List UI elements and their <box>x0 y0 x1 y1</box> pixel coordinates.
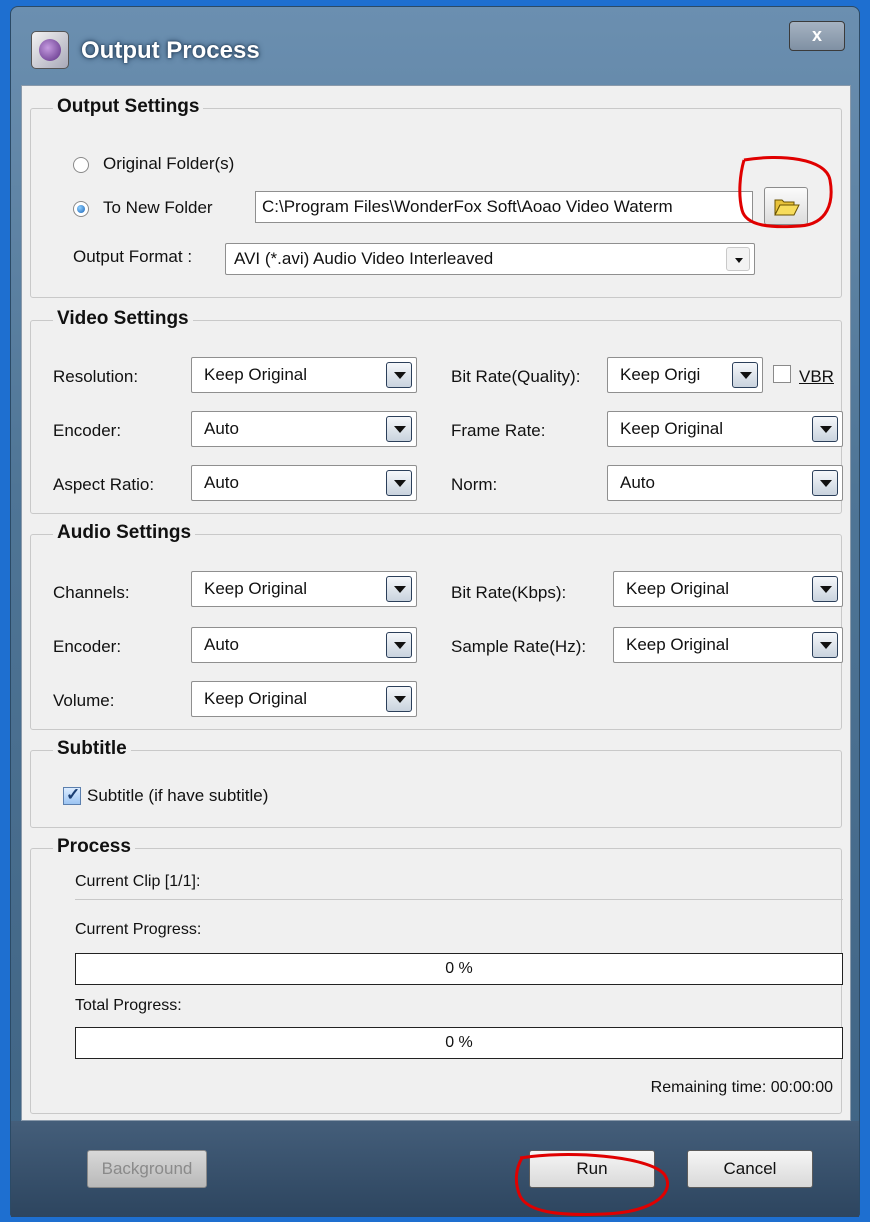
chevron-down-icon[interactable] <box>386 416 412 442</box>
channels-label: Channels: <box>53 583 130 602</box>
volume-label: Volume: <box>53 691 115 710</box>
output-process-dialog: Output Process x Output Settings Origina… <box>10 6 860 1217</box>
aspect-ratio-select[interactable]: Auto <box>191 465 417 501</box>
chevron-down-icon[interactable] <box>726 247 750 271</box>
output-format-select[interactable]: AVI (*.avi) Audio Video Interleaved <box>225 243 755 275</box>
resolution-select[interactable]: Keep Original <box>191 357 417 393</box>
video-bitrate-select[interactable]: Keep Origi <box>607 357 763 393</box>
output-settings-group: Output Settings Original Folder(s) To Ne… <box>30 96 842 298</box>
video-encoder-select[interactable]: Auto <box>191 411 417 447</box>
original-folder-radio[interactable] <box>73 157 89 173</box>
folder-open-icon <box>774 199 800 216</box>
audio-settings-legend: Audio Settings <box>53 522 196 544</box>
title-bar[interactable]: Output Process x <box>11 7 859 85</box>
aspect-ratio-label: Aspect Ratio: <box>53 475 155 494</box>
current-clip-label: Current Clip [1/1]: <box>75 873 201 890</box>
total-progress-label: Total Progress: <box>75 997 182 1014</box>
video-encoder-label: Encoder: <box>53 421 122 440</box>
audio-bitrate-label: Bit Rate(Kbps): <box>451 583 567 602</box>
window-title: Output Process <box>81 37 260 64</box>
process-legend: Process <box>53 836 135 858</box>
dialog-footer: Background Run Cancel <box>11 1121 859 1217</box>
output-format-label: Output Format : <box>73 247 193 266</box>
video-settings-group: Video Settings Resolution: Keep Original… <box>30 308 843 514</box>
vbr-checkbox[interactable] <box>773 365 791 383</box>
sample-rate-select[interactable]: Keep Original <box>613 627 843 663</box>
process-group: Process Current Clip [1/1]: Current Prog… <box>30 836 843 1114</box>
audio-settings-group: Audio Settings Channels: Keep Original E… <box>30 522 843 730</box>
process-divider <box>75 899 843 900</box>
audio-encoder-label: Encoder: <box>53 637 122 656</box>
resolution-value: Keep Original <box>204 365 308 384</box>
chevron-down-icon[interactable] <box>386 686 412 712</box>
frame-rate-select[interactable]: Keep Original <box>607 411 843 447</box>
total-progress-bar: 0 % <box>75 1027 843 1059</box>
sample-rate-label: Sample Rate(Hz): <box>451 637 587 656</box>
norm-label: Norm: <box>451 475 498 494</box>
chevron-down-icon[interactable] <box>812 470 838 496</box>
vbr-label[interactable]: VBR <box>799 367 834 387</box>
new-folder-radio[interactable] <box>73 201 89 217</box>
dialog-body: Output Settings Original Folder(s) To Ne… <box>21 85 851 1121</box>
background-button[interactable]: Background <box>87 1150 207 1188</box>
aspect-ratio-value: Auto <box>204 473 239 492</box>
subtitle-checkbox[interactable] <box>63 785 81 805</box>
chevron-down-icon[interactable] <box>386 470 412 496</box>
video-bitrate-value: Keep Origi <box>620 365 701 384</box>
output-settings-legend: Output Settings <box>53 96 204 118</box>
video-bitrate-label: Bit Rate(Quality): <box>451 367 581 386</box>
subtitle-legend: Subtitle <box>53 738 131 760</box>
current-progress-bar: 0 % <box>75 953 843 985</box>
subtitle-group: Subtitle Subtitle (if have subtitle) <box>30 738 842 828</box>
norm-value: Auto <box>620 473 655 492</box>
close-button[interactable]: x <box>789 21 845 51</box>
audio-bitrate-select[interactable]: Keep Original <box>613 571 843 607</box>
cancel-button[interactable]: Cancel <box>687 1150 813 1188</box>
subtitle-checkbox-label[interactable]: Subtitle (if have subtitle) <box>87 786 268 806</box>
audio-encoder-select[interactable]: Auto <box>191 627 417 663</box>
original-folder-label[interactable]: Original Folder(s) <box>103 154 234 174</box>
frame-rate-label: Frame Rate: <box>451 421 546 440</box>
audio-encoder-value: Auto <box>204 635 239 654</box>
output-format-value: AVI (*.avi) Audio Video Interleaved <box>234 249 494 268</box>
chevron-down-icon[interactable] <box>812 576 838 602</box>
current-progress-label: Current Progress: <box>75 921 202 938</box>
chevron-down-icon[interactable] <box>386 576 412 602</box>
remaining-time: Remaining time: 00:00:00 <box>650 1079 833 1096</box>
browse-folder-button[interactable] <box>764 187 808 225</box>
resolution-label: Resolution: <box>53 367 139 386</box>
video-encoder-value: Auto <box>204 419 239 438</box>
app-icon <box>31 31 69 69</box>
chevron-down-icon[interactable] <box>732 362 758 388</box>
channels-select[interactable]: Keep Original <box>191 571 417 607</box>
chevron-down-icon[interactable] <box>386 362 412 388</box>
sample-rate-value: Keep Original <box>626 635 730 654</box>
run-button[interactable]: Run <box>529 1150 655 1188</box>
norm-select[interactable]: Auto <box>607 465 843 501</box>
chevron-down-icon[interactable] <box>812 416 838 442</box>
chevron-down-icon[interactable] <box>812 632 838 658</box>
audio-bitrate-value: Keep Original <box>626 579 730 598</box>
frame-rate-value: Keep Original <box>620 419 724 438</box>
volume-select[interactable]: Keep Original <box>191 681 417 717</box>
new-folder-label[interactable]: To New Folder <box>103 198 213 218</box>
channels-value: Keep Original <box>204 579 308 598</box>
video-settings-legend: Video Settings <box>53 308 193 330</box>
folder-path-input[interactable]: C:\Program Files\WonderFox Soft\Aoao Vid… <box>255 191 753 223</box>
chevron-down-icon[interactable] <box>386 632 412 658</box>
volume-value: Keep Original <box>204 689 308 708</box>
